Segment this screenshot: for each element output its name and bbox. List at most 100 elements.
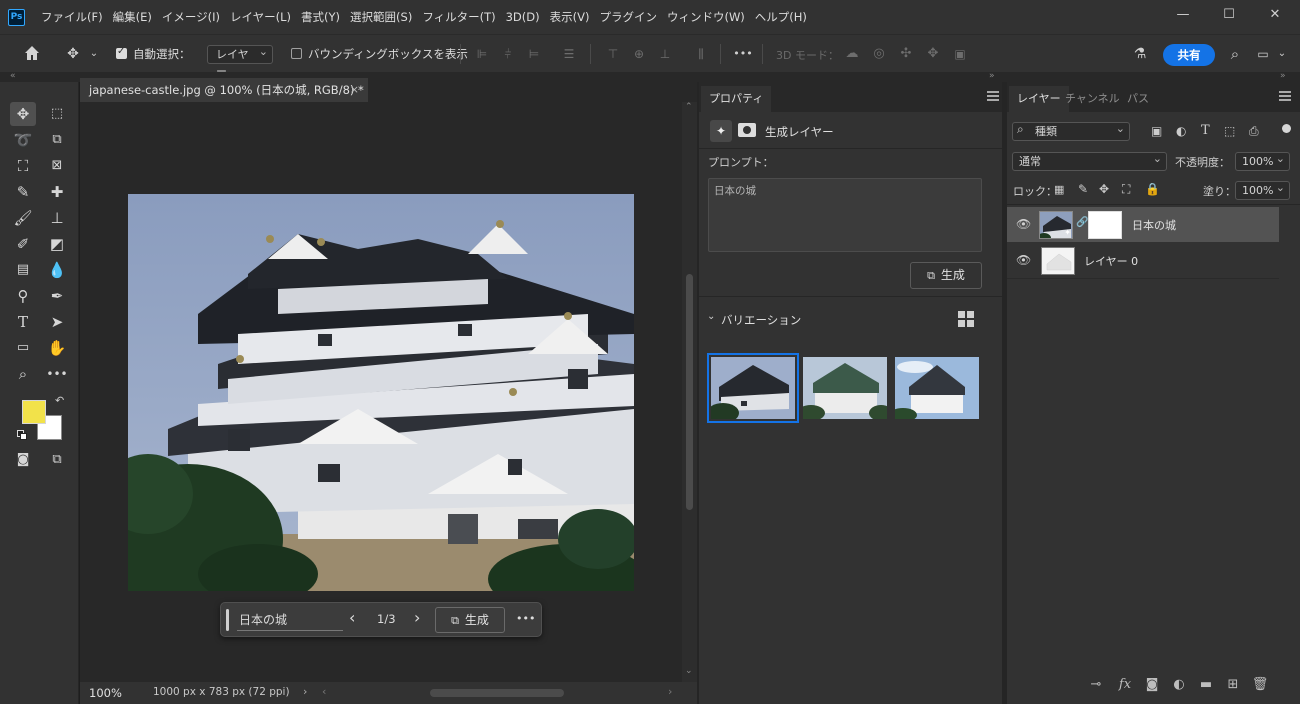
path-select-icon[interactable]: ➤ [44, 310, 70, 334]
chevron-down-icon[interactable]: ⌄ [707, 311, 715, 322]
layer-thumbnail[interactable] [1041, 247, 1075, 275]
filter-toggle-icon[interactable] [1282, 124, 1291, 133]
home-icon[interactable] [20, 44, 44, 64]
healing-brush-icon[interactable]: ✚ [44, 180, 70, 204]
collapse-left-icon[interactable]: « [10, 71, 16, 81]
align-left-icon[interactable]: ⊫ [473, 44, 491, 64]
more-options-icon[interactable]: ••• [732, 44, 754, 64]
variation-thumbnail-2[interactable] [803, 357, 887, 419]
collapse-props-icon[interactable]: » [989, 71, 995, 81]
collapse-right-icon[interactable]: » [1280, 71, 1286, 81]
3d-camera-icon[interactable]: ▣ [950, 44, 970, 64]
auto-select-checkbox[interactable] [116, 46, 127, 59]
dodge-tool-icon[interactable]: ⚲ [10, 284, 36, 308]
object-select-tool-icon[interactable]: ⧉ [44, 128, 70, 152]
workspace-chevron-icon[interactable]: ⌄ [1276, 44, 1288, 64]
lasso-tool-icon[interactable]: ➰ [10, 128, 36, 152]
new-layer-icon[interactable]: ⊞ [1224, 677, 1242, 692]
menu-help[interactable]: ヘルプ(H) [750, 9, 812, 25]
trash-icon[interactable]: 🗑 [1251, 677, 1269, 692]
lock-artboard-icon[interactable]: ⛶ [1122, 182, 1130, 197]
variation-thumbnail-3[interactable] [895, 357, 979, 419]
crop-tool-icon[interactable]: ⛶ [10, 154, 36, 178]
zoom-tool-icon[interactable]: ⌕ [10, 362, 36, 386]
status-arrow-icon[interactable]: › [303, 685, 307, 698]
layer-filter-dropdown[interactable]: 種類 [1012, 120, 1130, 141]
menu-edit[interactable]: 編集(E) [108, 9, 157, 25]
grid-view-icon[interactable] [958, 311, 974, 327]
menu-select[interactable]: 選択範囲(S) [345, 9, 417, 25]
swap-colors-icon[interactable]: ↶ [55, 394, 64, 407]
lock-all-icon[interactable]: 🔒 [1145, 182, 1160, 196]
lock-transparent-icon[interactable]: ▦ [1054, 183, 1064, 196]
share-button[interactable]: 共有 [1163, 44, 1215, 66]
filter-pixel-icon[interactable]: ▣ [1151, 124, 1162, 138]
auto-select-target-dropdown[interactable]: レイヤー [207, 43, 273, 78]
menu-plugins[interactable]: プラグイン [594, 9, 662, 25]
scroll-left-icon[interactable]: ‹ [322, 685, 326, 698]
mask-icon[interactable]: ◙ [1143, 677, 1161, 692]
menu-3d[interactable]: 3D(D) [501, 10, 545, 24]
panel-menu-icon[interactable] [987, 91, 999, 101]
panel-menu-icon[interactable] [1279, 91, 1291, 101]
menu-file[interactable]: ファイル(F) [36, 9, 108, 25]
link-icon[interactable]: ⊸ [1087, 677, 1105, 692]
previous-variation-icon[interactable]: ‹ [349, 608, 355, 627]
distribute-icon[interactable]: ☰ [560, 44, 578, 64]
layer-row-castle[interactable]: 👁 ✦ 🔗 日本の城 [1007, 207, 1279, 242]
properties-generate-button[interactable]: ⧉ 生成 [910, 262, 982, 289]
filter-type-icon[interactable]: T [1201, 123, 1210, 138]
zoom-level[interactable]: 100% [89, 686, 122, 700]
eraser-tool-icon[interactable]: ◩ [44, 232, 70, 256]
menu-window[interactable]: ウィンドウ(W) [662, 9, 750, 25]
default-colors-icon[interactable] [17, 430, 27, 440]
variation-thumbnail-1[interactable] [707, 353, 799, 423]
minimize-button[interactable]: — [1160, 0, 1206, 32]
visibility-eye-icon[interactable]: 👁 [1016, 217, 1031, 231]
menu-filter[interactable]: フィルター(T) [417, 9, 500, 25]
foreground-color-swatch[interactable] [22, 400, 46, 424]
layer-name[interactable]: レイヤー 0 [1084, 253, 1138, 269]
3d-roll-icon[interactable]: ◎ [870, 44, 888, 64]
menu-layer[interactable]: レイヤー(L) [225, 9, 296, 25]
gradient-tool-icon[interactable]: ▤ [10, 258, 36, 282]
blend-mode-dropdown[interactable]: 通常 [1012, 150, 1167, 171]
visibility-eye-icon[interactable]: 👁 [1016, 253, 1031, 267]
flask-icon[interactable]: ⚗ [1130, 44, 1150, 64]
more-icon[interactable]: ••• [516, 612, 535, 625]
tab-paths[interactable]: パス [1119, 86, 1157, 112]
blur-tool-icon[interactable]: 💧 [44, 258, 70, 282]
pen-tool-icon[interactable]: ✒ [44, 284, 70, 308]
align-middle-icon[interactable]: ⊕ [630, 44, 648, 64]
layer-name[interactable]: 日本の城 [1132, 217, 1176, 233]
filter-adjustment-icon[interactable]: ◐ [1176, 124, 1186, 138]
menu-type[interactable]: 書式(Y) [296, 9, 345, 25]
distribute-vertical-icon[interactable]: ⫼ [692, 44, 710, 64]
filter-smart-object-icon[interactable]: ⎙ [1249, 124, 1259, 139]
document-dimensions[interactable]: 1000 px x 783 px (72 ppi) [153, 686, 290, 698]
menu-image[interactable]: イメージ(I) [157, 9, 225, 25]
drag-handle[interactable] [226, 609, 229, 631]
frame-tool-icon[interactable]: ⊠ [44, 154, 70, 178]
group-icon[interactable]: ▬ [1197, 677, 1215, 692]
screen-mode-icon[interactable]: ⧉ [44, 448, 70, 472]
prompt-textarea[interactable]: 日本の城 [708, 178, 982, 252]
scroll-down-icon[interactable]: ⌄ [685, 666, 693, 676]
menu-view[interactable]: 表示(V) [545, 9, 595, 25]
more-tools-icon[interactable]: ••• [44, 362, 70, 386]
tab-channels[interactable]: チャンネル [1057, 86, 1128, 112]
quick-mask-icon[interactable]: ◙ [10, 448, 36, 472]
rectangle-tool-icon[interactable]: ▭ [10, 336, 36, 360]
3d-pan-icon[interactable]: ✣ [897, 44, 915, 64]
generate-button[interactable]: ⧉ 生成 [435, 607, 505, 633]
opacity-input[interactable]: 100% [1235, 150, 1290, 171]
fx-icon[interactable]: fx [1116, 677, 1134, 692]
eyedropper-tool-icon[interactable]: ✎ [10, 180, 36, 204]
layer-mask-thumbnail[interactable] [1088, 211, 1122, 239]
tab-properties[interactable]: プロパティ [701, 86, 772, 112]
move-tool-icon[interactable]: ✥ [10, 102, 36, 126]
type-tool-icon[interactable]: T [10, 310, 36, 334]
close-window-button[interactable]: ✕ [1252, 0, 1298, 32]
adjustment-icon[interactable]: ◐ [1170, 677, 1188, 692]
clone-stamp-icon[interactable]: ⊥ [44, 206, 70, 230]
